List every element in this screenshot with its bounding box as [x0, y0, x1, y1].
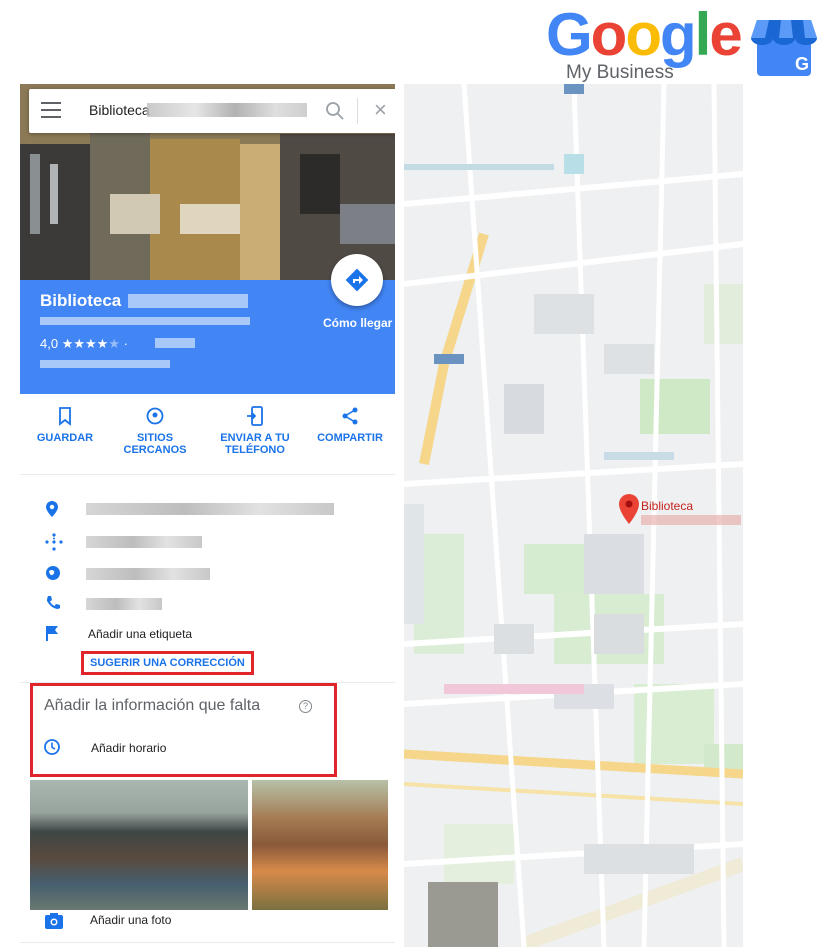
logo-letter: e [709, 1, 742, 68]
send-to-phone-icon [247, 406, 263, 426]
search-box[interactable]: Biblioteca × [29, 89, 395, 133]
map-marker-label-redacted [641, 515, 741, 525]
add-hours-text[interactable]: Añadir horario [91, 741, 166, 755]
place-name-redacted [128, 294, 248, 308]
rating-star-empty: ★ [108, 336, 120, 351]
phone-redacted [86, 598, 162, 610]
nearby-icon [146, 407, 164, 425]
google-my-business-logo: Google My Business G [546, 4, 836, 88]
directions-icon [345, 268, 369, 292]
share-button[interactable]: COMPARTIR [305, 406, 395, 444]
flag-icon [46, 626, 58, 641]
place-photo[interactable] [252, 780, 388, 910]
place-rating: 4,0 ★★★★★ · [40, 336, 128, 352]
rating-stars: ★★★★ [61, 336, 109, 351]
save-label: GUARDAR [36, 432, 94, 444]
search-query[interactable]: Biblioteca [89, 102, 150, 118]
close-icon[interactable]: × [374, 99, 387, 121]
website-redacted [86, 568, 210, 580]
add-photo-row[interactable]: Añadir una foto [20, 904, 395, 944]
add-label-row[interactable]: Añadir una etiqueta [20, 619, 395, 649]
place-photo[interactable] [30, 780, 248, 910]
missing-info-section: Añadir la información que falta ? Añadir… [30, 683, 337, 777]
phone-icon [47, 596, 60, 609]
logo-letter: g [659, 1, 697, 68]
clock-icon [44, 739, 60, 755]
logo-letter: o [625, 1, 662, 68]
suggest-edit-link[interactable]: SUGERIR UNA CORRECCIÓN [81, 651, 254, 675]
phone-row[interactable] [20, 589, 395, 619]
directions-label[interactable]: Cómo llegar [323, 316, 392, 330]
bookmark-icon [59, 407, 71, 426]
add-label-text[interactable]: Añadir una etiqueta [88, 627, 192, 641]
google-wordmark: Google [546, 1, 743, 68]
place-category-redacted [40, 317, 250, 325]
directions-button[interactable] [331, 254, 383, 306]
address-redacted [86, 503, 334, 515]
store-icon-letter: G [795, 54, 809, 74]
share-label: COMPARTIR [317, 432, 383, 444]
rating-dot: · [123, 336, 128, 351]
send-to-phone-label: ENVIAR A TU TELÉFONO [220, 432, 290, 456]
action-bar: GUARDAR SITIOS CERCANOS ENVIAR A TU TELÉ… [20, 394, 395, 475]
place-name: Biblioteca [40, 291, 122, 310]
address-row[interactable] [20, 494, 395, 524]
plus-code-icon [45, 533, 63, 551]
map-marker-label[interactable]: Biblioteca [641, 499, 693, 513]
search-divider [357, 98, 358, 124]
missing-info-title: Añadir la información que falta [44, 697, 261, 714]
place-panel: Biblioteca × Biblioteca 4,0 ★★★★★ · Cómo… [20, 84, 395, 947]
send-to-phone-button[interactable]: ENVIAR A TU TELÉFONO [210, 406, 300, 456]
website-row[interactable] [20, 559, 395, 589]
location-pin-icon [46, 501, 58, 517]
nearby-label: SITIOS CERCANOS [123, 432, 187, 456]
menu-icon[interactable] [41, 102, 61, 120]
plus-code-row[interactable] [20, 527, 395, 557]
map-marker-icon[interactable] [618, 493, 640, 525]
share-icon [342, 407, 358, 425]
logo-letter: G [546, 1, 593, 68]
place-hero-photo[interactable]: Biblioteca × [20, 84, 395, 280]
photo-strip [30, 780, 388, 910]
camera-icon [45, 913, 63, 929]
globe-icon [46, 566, 60, 580]
bottom-divider [20, 942, 395, 943]
add-photo-text[interactable]: Añadir una foto [90, 913, 171, 927]
logo-letter: o [590, 1, 628, 68]
rating-value: 4,0 [40, 336, 59, 351]
search-query-redacted [147, 103, 307, 117]
place-status-redacted [40, 360, 170, 368]
nearby-button[interactable]: SITIOS CERCANOS [110, 406, 200, 456]
review-count-redacted [155, 338, 195, 348]
help-icon[interactable]: ? [299, 700, 312, 713]
plus-code-redacted [86, 536, 202, 548]
map-canvas[interactable]: Biblioteca [404, 84, 743, 947]
my-business-store-icon: G [751, 20, 817, 76]
logo-letter: l [694, 1, 712, 68]
save-button[interactable]: GUARDAR [20, 406, 110, 444]
logo-subtitle: My Business [566, 62, 674, 83]
search-icon[interactable] [325, 101, 345, 121]
